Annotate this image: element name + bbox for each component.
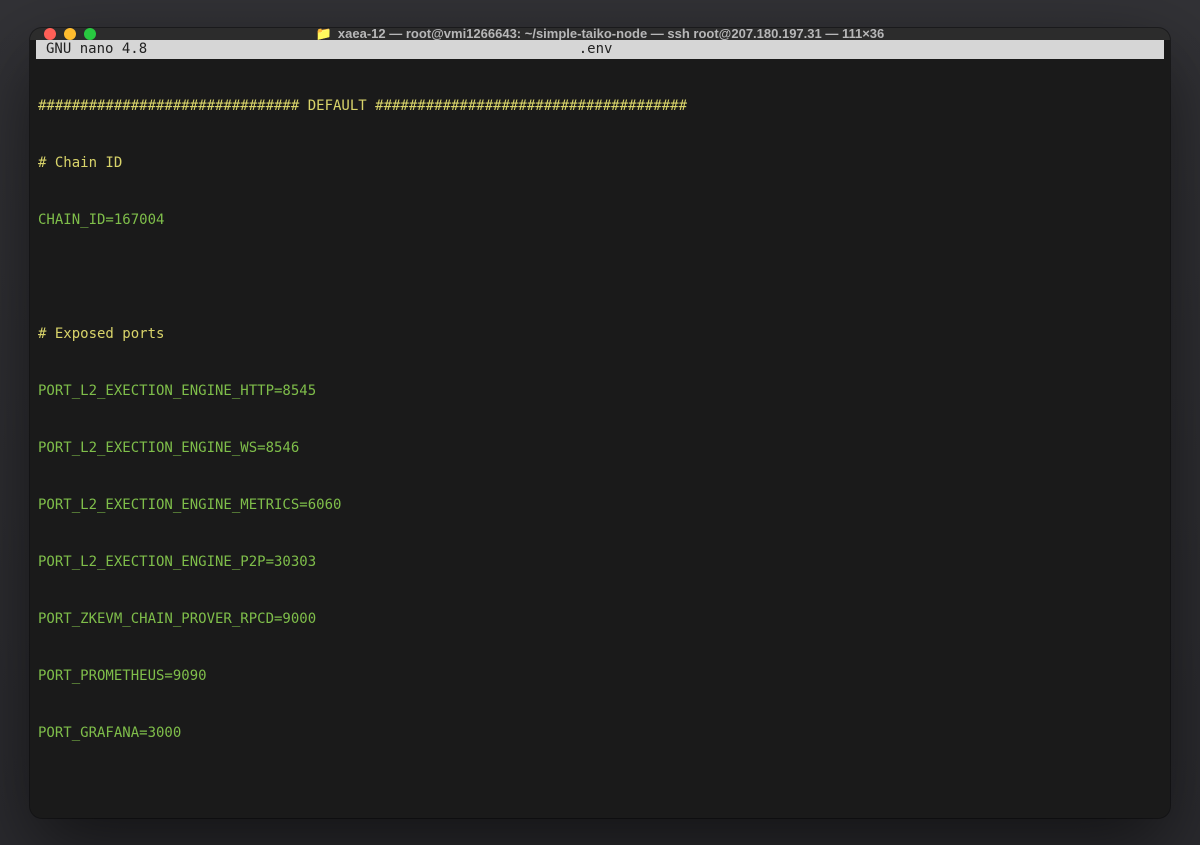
close-icon[interactable] [44,28,56,40]
editor-line: PORT_L2_EXECTION_ENGINE_HTTP=8545 [38,382,1162,401]
window-controls [44,28,96,40]
editor-line: PORT_GRAFANA=3000 [38,724,1162,743]
editor-line [38,781,1162,800]
editor-file: .env [147,41,1044,57]
editor-line: PORT_ZKEVM_CHAIN_PROVER_RPCD=9000 [38,610,1162,629]
editor-line: CHAIN_ID=167004 [38,211,1162,230]
editor-name: GNU nano 4.8 [36,41,147,57]
nano-header-bar: GNU nano 4.8 .env [36,40,1164,59]
editor-line: PORT_L2_EXECTION_ENGINE_METRICS=6060 [38,496,1162,515]
editor-line: ############################### DEFAULT … [38,97,1162,116]
editor-content[interactable]: ############################### DEFAULT … [36,59,1164,818]
editor-line: # Exposed ports [38,325,1162,344]
editor-line: PORT_PROMETHEUS=9090 [38,667,1162,686]
zoom-icon[interactable] [84,28,96,40]
terminal-viewport[interactable]: GNU nano 4.8 .env ######################… [30,40,1170,818]
editor-line: PORT_L2_EXECTION_ENGINE_P2P=30303 [38,553,1162,572]
editor-line [38,268,1162,287]
window-titlebar[interactable]: 📁 xaea-12 — root@vmi1266643: ~/simple-ta… [30,28,1170,40]
terminal-window: 📁 xaea-12 — root@vmi1266643: ~/simple-ta… [30,28,1170,818]
minimize-icon[interactable] [64,28,76,40]
editor-line: PORT_L2_EXECTION_ENGINE_WS=8546 [38,439,1162,458]
editor-line: # Chain ID [38,154,1162,173]
